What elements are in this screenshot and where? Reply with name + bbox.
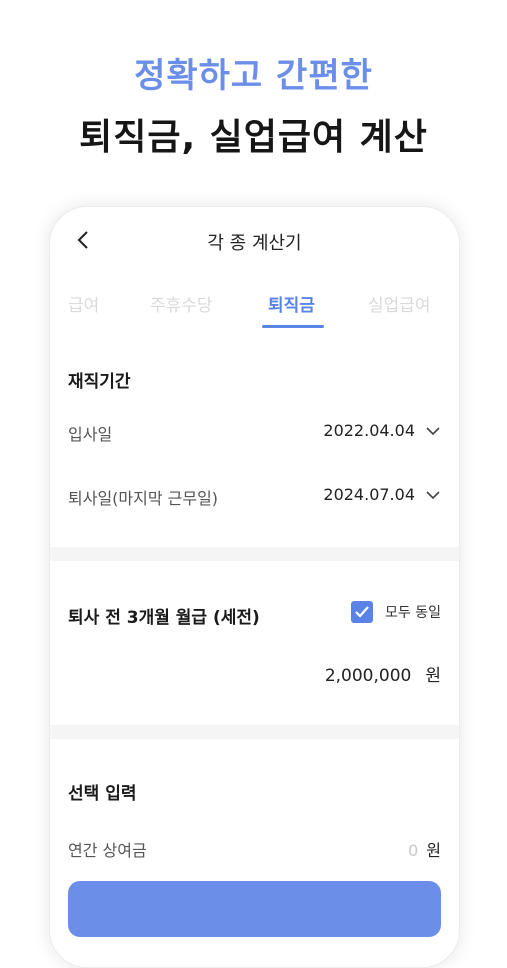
phone-frame: 각 종 계산기 급여 주휴수당 퇴직금 실업급여 재직기간 입사일 2022.0… [49, 206, 460, 968]
app-bar: 각 종 계산기 [50, 207, 459, 275]
salary-title: 퇴사 전 3개월 월급 (세전) [68, 608, 260, 628]
bonus-label: 연간 상여금 [68, 841, 147, 860]
tab-salary[interactable]: 급여 [68, 291, 99, 316]
all-same-toggle[interactable]: 모두 동일 [351, 601, 441, 623]
start-date-label: 입사일 [68, 425, 113, 444]
active-tab-indicator [262, 325, 324, 328]
tab-unemployment-benefit[interactable]: 실업급여 [368, 291, 431, 316]
salary-unit: 원 [425, 666, 441, 686]
optional-section: 선택 입력 연간 상여금 0 원 [50, 739, 459, 967]
start-date-value: 2022.04.04 [323, 421, 415, 440]
end-date-value: 2024.07.04 [323, 485, 415, 504]
salary-section: 퇴사 전 3개월 월급 (세전) 모두 동일 2,000,000 원 [50, 561, 459, 725]
end-date-select[interactable]: 2024.07.04 [323, 485, 441, 504]
chevron-down-icon [426, 490, 440, 499]
section-divider [50, 547, 459, 561]
bonus-unit: 원 [426, 841, 441, 860]
all-same-checkbox[interactable] [351, 601, 374, 623]
salary-amount-field[interactable]: 2,000,000 원 [325, 661, 441, 686]
calculate-button[interactable] [68, 881, 441, 937]
tab-severance-pay[interactable]: 퇴직금 [268, 291, 315, 316]
start-date-select[interactable]: 2022.04.04 [323, 421, 441, 440]
tab-weekly-holiday-pay[interactable]: 주휴수당 [150, 291, 213, 316]
hero-subheadline: 퇴직금, 실업급여 계산 [79, 117, 428, 158]
employment-section: 재직기간 입사일 2022.04.04 퇴사일(마지막 근무일) 2024.07… [50, 329, 459, 547]
salary-amount: 2,000,000 [324, 666, 412, 686]
page-title: 각 종 계산기 [207, 233, 302, 254]
checkmark-icon [355, 606, 369, 618]
employment-title: 재직기간 [68, 372, 131, 392]
optional-title: 선택 입력 [68, 784, 137, 804]
all-same-label: 모두 동일 [385, 605, 441, 621]
chevron-down-icon [426, 426, 440, 435]
section-divider [50, 725, 459, 739]
hero-headline: 정확하고 간편한 [134, 56, 373, 96]
calculator-tabs: 급여 주휴수당 퇴직금 실업급여 [50, 275, 459, 330]
end-date-label: 퇴사일(마지막 근무일) [68, 489, 219, 508]
bonus-amount-field[interactable]: 0 원 [408, 837, 441, 861]
bonus-value: 0 [408, 841, 419, 860]
